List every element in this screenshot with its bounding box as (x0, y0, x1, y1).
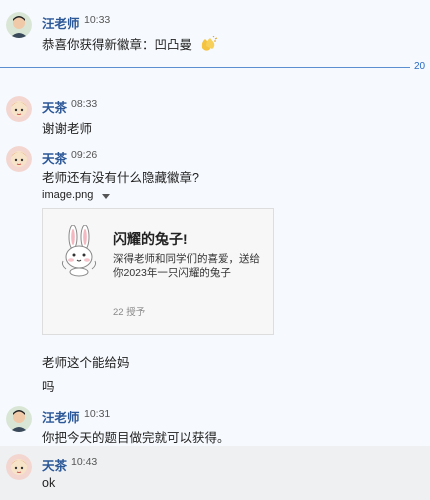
sender-name[interactable]: 天茶 (42, 97, 67, 116)
message-time: 10:33 (84, 14, 111, 26)
message-text: 老师还有没有什么隐藏徽章? (42, 171, 199, 185)
avatar-student[interactable] (6, 454, 32, 480)
clapping-hands-emoji-icon (199, 35, 217, 55)
sender-name[interactable]: 汪老师 (42, 407, 80, 426)
sender-name[interactable]: 汪老师 (42, 13, 80, 32)
message-time: 10:31 (84, 408, 111, 420)
message-text: 老师这个能给妈 (42, 356, 130, 370)
avatar-student[interactable] (6, 96, 32, 122)
divider-label: 20 (414, 61, 426, 72)
message-teacher-2: 汪老师 10:31 你把今天的题目做完就可以获得。 (0, 402, 430, 446)
message-student-3: 天茶 10:43 ok (0, 450, 430, 494)
message-student-2: 天茶 09:26 老师还有没有什么隐藏徽章? (0, 144, 430, 188)
avatar-teacher[interactable] (6, 406, 32, 432)
message-text-content: 恭喜你获得新徽章：凹凸曼 (42, 38, 193, 52)
message-time: 08:33 (71, 98, 98, 110)
badge-card[interactable]: 闪耀的兔子! 深得老师和同学们的喜爱，送给你2023年一只闪耀的兔子 22 授予 (42, 208, 274, 335)
avatar-student[interactable] (6, 146, 32, 172)
attachment-filename[interactable]: image.png (42, 189, 93, 201)
badge-grant-count: 22 授予 (113, 307, 146, 318)
avatar-teacher[interactable] (6, 12, 32, 38)
message-time: 10:43 (71, 456, 98, 468)
badge-title: 闪耀的兔子! (113, 231, 188, 247)
sender-name[interactable]: 天茶 (42, 148, 67, 167)
message-text: 你把今天的题目做完就可以获得。 (42, 431, 230, 445)
message-student-1: 天茶 08:33 谢谢老师 (0, 94, 430, 138)
new-messages-divider (0, 67, 410, 68)
message-time: 09:26 (71, 149, 98, 161)
message-text: 吗 (42, 380, 55, 394)
message-text: 恭喜你获得新徽章：凹凸曼 (42, 34, 217, 55)
rabbit-badge-icon (57, 224, 101, 277)
badge-description: 深得老师和同学们的喜爱，送给你2023年一只闪耀的兔子 (113, 253, 260, 279)
message-teacher-1: 汪老师 10:33 恭喜你获得新徽章：凹凸曼 (0, 8, 430, 58)
message-text: 谢谢老师 (42, 122, 93, 136)
sender-name[interactable]: 天茶 (42, 455, 67, 474)
message-text: ok (42, 476, 56, 490)
chevron-down-icon[interactable] (102, 194, 110, 199)
